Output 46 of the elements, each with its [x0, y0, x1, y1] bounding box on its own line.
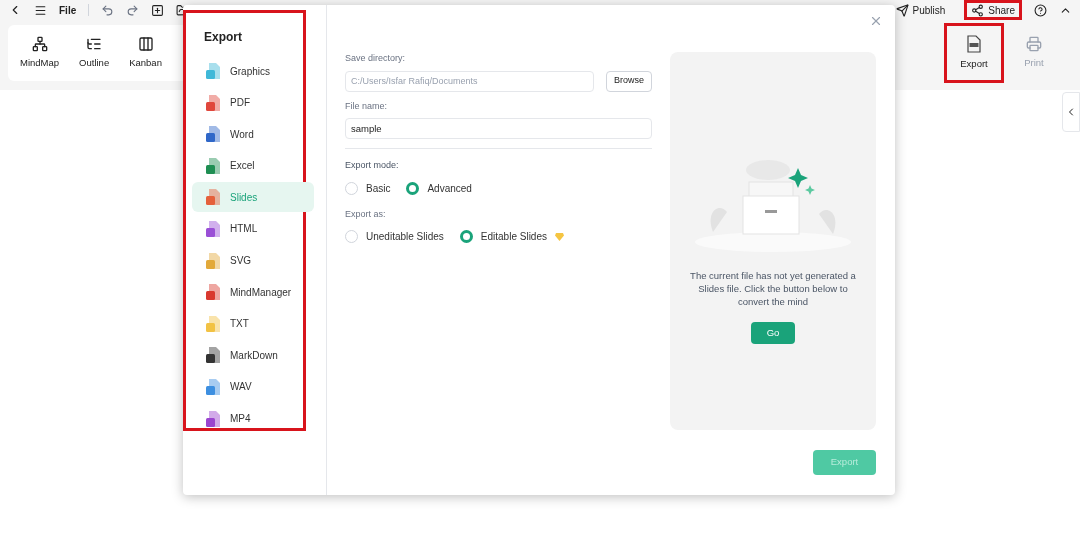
- export-button[interactable]: Export: [944, 23, 1004, 83]
- format-item[interactable]: HTML: [192, 213, 314, 244]
- radio-button[interactable]: [406, 181, 420, 195]
- field-label: Export mode:: [345, 159, 400, 172]
- view-button[interactable]: Outline: [79, 35, 110, 71]
- dialog-title: Export: [203, 29, 243, 46]
- send-icon: [895, 3, 909, 17]
- option-label: Uneditable Slides: [366, 230, 444, 244]
- format-item[interactable]: WAV: [192, 371, 314, 402]
- preview-message: The current file has not yet generated a Slides file. Click the button below to convert the mind: [689, 269, 857, 308]
- ppt-file-icon: [966, 34, 982, 53]
- field-label: Save directory:: [345, 52, 407, 65]
- redo-icon[interactable]: [126, 3, 140, 17]
- option-label: Advanced: [427, 181, 472, 196]
- file-menu[interactable]: File: [59, 2, 77, 18]
- directory-field[interactable]: C:/Users/Isfar Rafiq/Documents: [345, 70, 594, 92]
- close-icon[interactable]: [869, 14, 883, 28]
- view-button[interactable]: Kanban: [129, 35, 162, 71]
- share-button[interactable]: Share: [964, 0, 1022, 20]
- publish-button[interactable]: Publish: [888, 0, 953, 20]
- format-item[interactable]: Word: [192, 119, 314, 150]
- format-item[interactable]: MindManager: [192, 277, 314, 308]
- format-item[interactable]: TXT: [192, 308, 314, 339]
- menu-icon[interactable]: [34, 3, 47, 17]
- option-label: Basic: [366, 181, 391, 196]
- field-label: File name:: [345, 99, 389, 113]
- side-panel-toggle[interactable]: [1062, 92, 1080, 132]
- file-name-field[interactable]: sample: [345, 118, 652, 139]
- format-item[interactable]: Excel: [192, 150, 314, 181]
- view-button[interactable]: MindMap: [20, 35, 60, 71]
- format-item[interactable]: SVG: [192, 245, 314, 276]
- kanban-icon: [137, 35, 154, 52]
- format-item[interactable]: MP4: [192, 403, 314, 434]
- format-item[interactable]: Graphics: [192, 56, 314, 86]
- format-item[interactable]: PDF: [192, 87, 314, 118]
- undo-icon[interactable]: [101, 3, 115, 17]
- printer-icon: [1026, 35, 1042, 52]
- share-icon: [971, 3, 985, 17]
- option-label: Editable Slides: [480, 230, 547, 244]
- browse-button[interactable]: Browse: [606, 70, 652, 92]
- mindmap-icon: [31, 35, 48, 52]
- format-item[interactable]: MarkDown: [192, 340, 314, 371]
- field-label: Export as:: [345, 207, 387, 221]
- add-icon[interactable]: [151, 3, 165, 17]
- radio-button[interactable]: [459, 230, 473, 243]
- help-icon[interactable]: [1034, 3, 1047, 17]
